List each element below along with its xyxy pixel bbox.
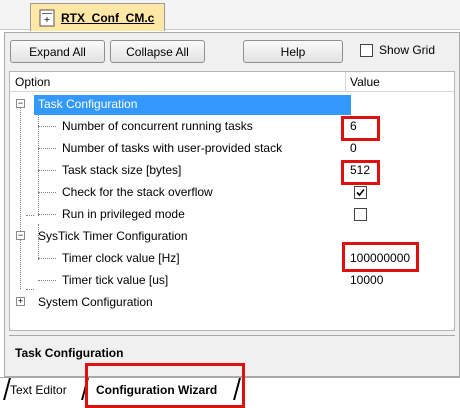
highlight-box-timer-clock	[342, 242, 419, 272]
column-header-option[interactable]: Option	[15, 75, 50, 89]
tree-node-task-configuration[interactable]: − Task Configuration	[10, 94, 454, 116]
tree-header: Option Value	[10, 72, 454, 92]
checkmark-icon	[356, 188, 365, 197]
description-title: Task Configuration	[15, 346, 124, 360]
collapse-toggle-icon[interactable]: −	[16, 99, 25, 108]
tree-line	[38, 214, 56, 215]
collapse-all-button[interactable]: Collapse All	[110, 40, 205, 63]
node-label: Number of tasks with user-provided stack	[62, 141, 283, 155]
stack-overflow-checkbox[interactable]	[354, 186, 367, 199]
tree-line	[38, 192, 56, 193]
tree-line	[38, 148, 56, 149]
toolbar: Expand All Collapse All Help Show Grid	[5, 33, 459, 69]
collapse-toggle-icon[interactable]: −	[16, 231, 25, 240]
expand-toggle-icon[interactable]: +	[16, 297, 25, 306]
file-tab[interactable]: + RTX_Conf_CM.c	[30, 3, 166, 31]
node-label: Run in privileged mode	[62, 207, 185, 221]
tree-node-system-configuration[interactable]: + System Configuration	[10, 292, 454, 314]
node-label: Task stack size [bytes]	[62, 163, 182, 177]
file-tab-strip: + RTX_Conf_CM.c	[0, 0, 460, 31]
tree-node-stack-overflow-check[interactable]: Check for the stack overflow	[10, 182, 454, 204]
tree-line	[38, 258, 56, 259]
tree-node-privileged-mode[interactable]: Run in privileged mode	[10, 204, 454, 226]
configuration-wizard-panel: Expand All Collapse All Help Show Grid O…	[4, 32, 460, 377]
column-header-value[interactable]: Value	[350, 75, 380, 89]
node-label: Check for the stack overflow	[62, 185, 213, 199]
svg-text:+: +	[44, 15, 51, 24]
column-divider[interactable]	[345, 72, 346, 92]
highlight-box-stack-size	[341, 160, 380, 185]
tree-line	[38, 126, 56, 127]
option-tree: Option Value − Task Configuration Number…	[9, 71, 455, 331]
show-grid-checkbox[interactable]	[360, 43, 373, 57]
node-label: Timer clock value [Hz]	[62, 251, 180, 265]
node-label: Number of concurrent running tasks	[62, 119, 253, 133]
node-value[interactable]: 0	[350, 141, 357, 155]
node-label: SysTick Timer Configuration	[38, 229, 188, 243]
file-tab-label: RTX_Conf_CM.c	[61, 10, 155, 25]
highlight-box-concurrent-tasks	[341, 116, 380, 141]
highlight-box-configuration-wizard-tab	[85, 363, 245, 408]
tree-node-timer-tick[interactable]: Timer tick value [us] 10000	[10, 270, 454, 292]
editor-tab-bar: Text Editor Configuration Wizard	[0, 363, 460, 408]
tree-line	[38, 280, 56, 281]
show-grid-toggle[interactable]: Show Grid	[360, 43, 435, 57]
privileged-mode-checkbox[interactable]	[354, 208, 367, 221]
tree-node-user-stack-tasks[interactable]: Number of tasks with user-provided stack…	[10, 138, 454, 160]
node-label: Task Configuration	[38, 97, 138, 111]
tree-node-concurrent-tasks[interactable]: Number of concurrent running tasks 6	[10, 116, 454, 138]
c-file-icon: +	[39, 9, 55, 27]
node-label: Timer tick value [us]	[62, 273, 169, 287]
node-label: System Configuration	[38, 295, 153, 309]
tree-node-task-stack-size[interactable]: Task stack size [bytes] 512	[10, 160, 454, 182]
tab-text-editor[interactable]: Text Editor	[10, 380, 67, 400]
node-value[interactable]: 10000	[350, 273, 383, 287]
tree-line	[38, 170, 56, 171]
show-grid-label: Show Grid	[379, 43, 436, 57]
expand-all-button[interactable]: Expand All	[10, 40, 105, 63]
help-button[interactable]: Help	[243, 40, 343, 63]
